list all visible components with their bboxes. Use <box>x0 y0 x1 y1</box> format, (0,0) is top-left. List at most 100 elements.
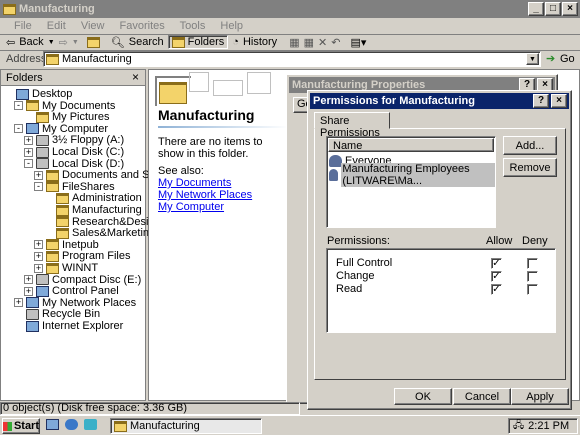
folder-header-decoration <box>189 72 284 102</box>
allow-checkbox[interactable]: ✓ <box>491 271 502 282</box>
menu-edit[interactable]: Edit <box>47 20 66 32</box>
minimize-button[interactable]: _ <box>528 2 544 16</box>
delete-icon[interactable]: ✕ <box>318 36 327 49</box>
permissions-close-button[interactable]: × <box>551 94 567 108</box>
tree-item[interactable]: Internet Explorer <box>14 320 123 332</box>
remove-button[interactable]: Remove <box>503 158 557 177</box>
tree-item[interactable]: + Inetpub <box>34 239 99 251</box>
forward-dropdown-icon[interactable]: ▼ <box>72 39 79 46</box>
permissions-help-button[interactable]: ? <box>533 94 549 108</box>
deny-checkbox[interactable] <box>527 258 538 269</box>
link-my-network-places[interactable]: My Network Places <box>158 189 252 201</box>
tree-item[interactable]: - My Computer <box>14 123 108 135</box>
show-desktop-icon[interactable] <box>46 419 59 430</box>
up-folder-icon[interactable] <box>86 36 100 48</box>
network-icon[interactable]: 🖧︎ <box>513 418 524 435</box>
allow-column-label: Allow <box>486 235 513 247</box>
tree-item-label: Program Files <box>62 250 131 263</box>
tree-item[interactable]: +3½ Floppy (A:) <box>24 134 124 146</box>
go-button[interactable]: Go <box>560 53 575 65</box>
tree-item[interactable]: Recycle Bin <box>14 308 100 320</box>
search-button[interactable]: Search <box>129 36 164 48</box>
deny-checkbox[interactable] <box>527 271 538 282</box>
add-button[interactable]: Add... <box>503 136 557 155</box>
tree-item-label: Inetpub <box>62 238 99 251</box>
clock[interactable]: 2:21 PM <box>528 420 569 432</box>
permission-name: Full Control <box>336 257 393 269</box>
tree-item[interactable]: + Program Files <box>34 250 130 262</box>
expand-icon[interactable]: + <box>34 263 43 273</box>
expand-icon[interactable]: + <box>34 170 43 180</box>
tree-item[interactable]: - FileShares <box>34 181 115 193</box>
tree-item[interactable]: - Local Disk (D:) <box>24 158 124 170</box>
tree-item-label: Sales&Marketing <box>72 227 156 240</box>
menu-favorites[interactable]: Favorites <box>120 20 165 32</box>
menu-file[interactable]: File <box>14 20 32 32</box>
tree-item[interactable]: + Control Panel <box>24 285 119 297</box>
collapse-icon[interactable]: - <box>14 124 23 134</box>
tree-item[interactable]: Manufacturing <box>44 204 142 216</box>
forward-button[interactable]: ⇨ <box>59 36 68 49</box>
ok-button[interactable]: OK <box>394 388 452 405</box>
expand-icon[interactable]: + <box>34 240 43 250</box>
close-button[interactable]: × <box>562 2 578 16</box>
apply-button[interactable]: Apply <box>511 388 569 405</box>
collapse-icon[interactable]: - <box>34 182 43 192</box>
start-button[interactable]: Start <box>2 418 40 434</box>
tree-item[interactable]: Administration <box>44 192 142 204</box>
menu-tools[interactable]: Tools <box>180 20 206 32</box>
move-to-icon[interactable]: ▦ <box>289 36 299 49</box>
tree-item[interactable]: Research&Design <box>44 216 161 228</box>
back-dropdown-icon[interactable]: ▼ <box>48 39 55 46</box>
tree-item[interactable]: + Local Disk (C:) <box>24 146 124 158</box>
collapse-icon[interactable]: - <box>24 159 33 169</box>
back-button[interactable]: Back <box>19 36 43 48</box>
cancel-button[interactable]: Cancel <box>453 388 511 405</box>
copy-to-icon[interactable]: ▦ <box>304 36 314 49</box>
taskbar-button-manufacturing[interactable]: Manufacturing <box>110 418 262 434</box>
permissions-label: Permissions: <box>327 235 390 247</box>
link-my-computer[interactable]: My Computer <box>158 201 224 213</box>
tree-item[interactable]: + My Network Places <box>14 297 136 309</box>
go-arrow-icon[interactable]: ➔ <box>546 52 555 65</box>
undo-icon[interactable]: ↶ <box>331 36 340 49</box>
maximize-button[interactable]: □ <box>545 2 561 16</box>
tree-item[interactable]: My Pictures <box>24 111 109 123</box>
allow-checkbox[interactable]: ✓ <box>491 284 502 295</box>
folders-pane-close-icon[interactable]: × <box>132 70 139 84</box>
folders-button[interactable]: Folders <box>167 35 229 49</box>
views-icon[interactable]: ▤▾ <box>350 36 366 49</box>
deny-checkbox[interactable] <box>527 284 538 295</box>
name-column-header[interactable]: Name <box>328 138 494 152</box>
tree-item-label: My Network Places <box>42 296 137 309</box>
link-my-documents[interactable]: My Documents <box>158 177 231 189</box>
allow-checkbox[interactable]: ✓ <box>491 258 502 269</box>
tab-share-permissions[interactable]: Share Permissions <box>314 112 390 139</box>
menu-view[interactable]: View <box>81 20 105 32</box>
tree-item[interactable]: Desktop <box>4 88 72 100</box>
computer-icon <box>26 123 39 135</box>
expand-icon[interactable]: + <box>24 286 33 296</box>
tree-item-label: Administration <box>72 192 142 205</box>
expand-icon[interactable]: + <box>24 275 33 285</box>
permission-name: Read <box>336 283 363 295</box>
tree-item[interactable]: - My Documents <box>14 100 115 112</box>
list-item[interactable]: Manufacturing Employees (LITWARE\Ma... <box>329 162 495 187</box>
internet-explorer-icon[interactable] <box>65 419 78 430</box>
system-tray: 🖧︎ 2:21 PM <box>508 418 578 434</box>
names-list[interactable]: Name Everyone Manufacturing Employees (L… <box>326 136 496 228</box>
address-input[interactable]: Manufacturing ▼ <box>43 51 541 67</box>
tree-item[interactable]: Sales&Marketing <box>44 227 155 239</box>
expand-icon[interactable]: + <box>24 135 33 145</box>
drive-icon <box>36 158 49 170</box>
outlook-express-icon[interactable] <box>84 419 97 430</box>
tree-item[interactable]: + Compact Disc (E:) <box>24 274 141 286</box>
expand-icon[interactable]: + <box>14 298 23 308</box>
history-button[interactable]: History <box>243 36 277 48</box>
expand-icon[interactable]: + <box>24 147 33 157</box>
tree-item[interactable]: + WINNT <box>34 262 98 274</box>
collapse-icon[interactable]: - <box>14 101 23 111</box>
address-dropdown-button[interactable]: ▼ <box>526 53 539 65</box>
expand-icon[interactable]: + <box>34 251 43 261</box>
menu-help[interactable]: Help <box>220 20 243 32</box>
